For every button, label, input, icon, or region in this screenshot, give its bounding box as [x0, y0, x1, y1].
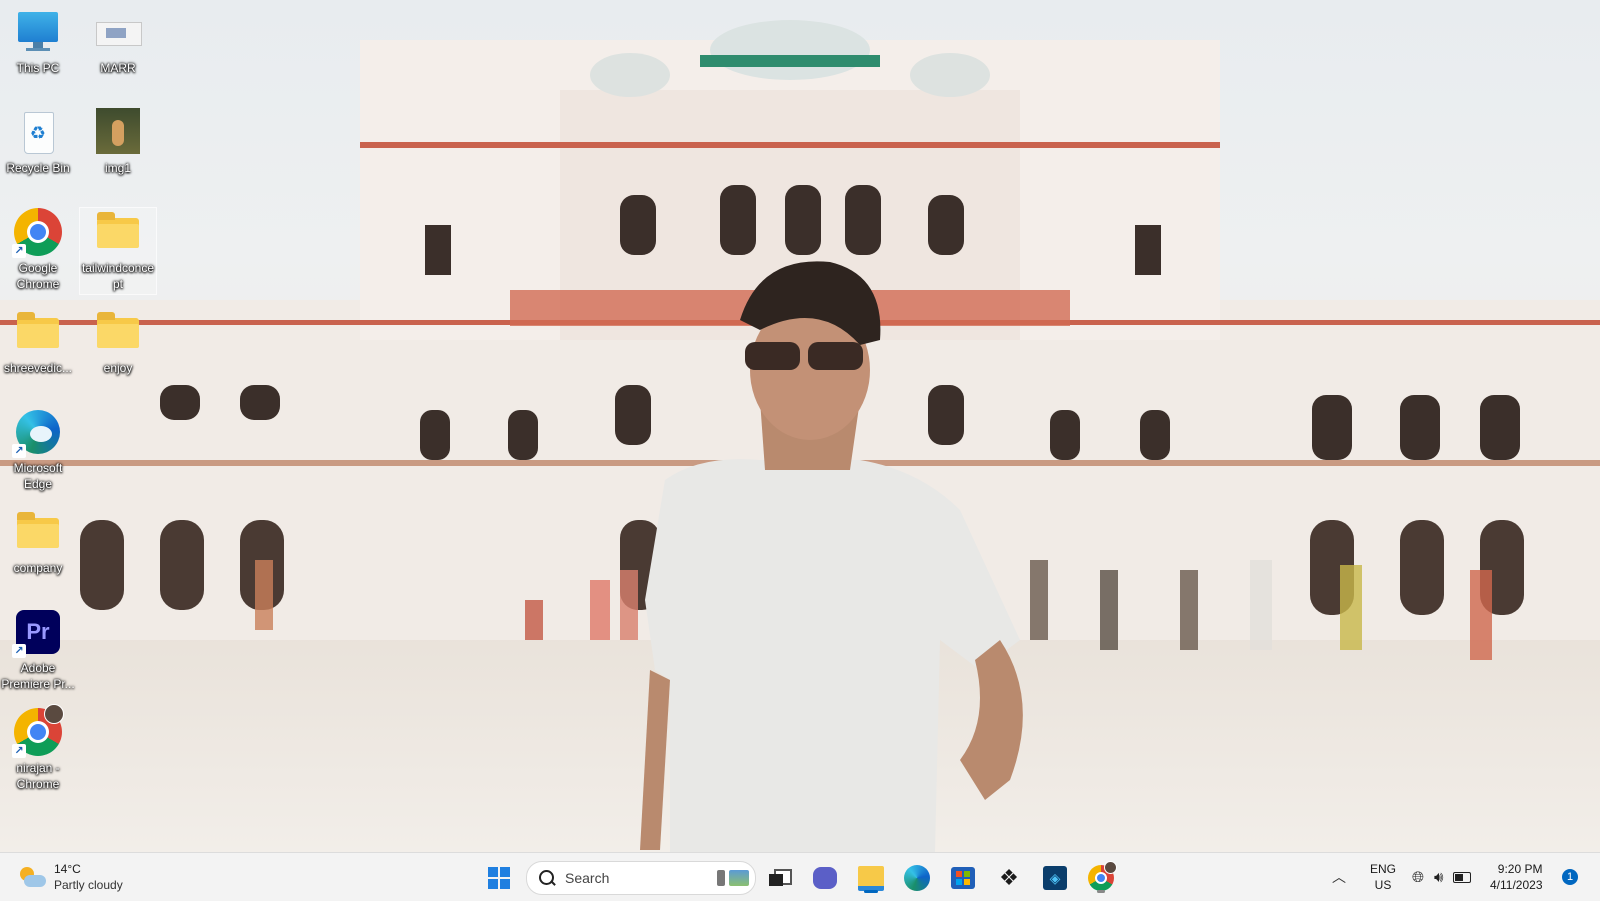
file-explorer-icon: [858, 865, 884, 891]
desktop-icon-label: MARR: [100, 61, 136, 75]
file-explorer-button[interactable]: [854, 861, 888, 895]
search-icon: [539, 870, 556, 886]
desktop-icon-label: Adobe Premiere Pr...: [1, 661, 75, 691]
desktop-icon-label: Recycle Bin: [6, 161, 70, 175]
task-view-button[interactable]: [762, 861, 796, 895]
shortcut-arrow-icon: ↗: [12, 444, 26, 458]
show-hidden-icons-button[interactable]: ︿: [1332, 853, 1346, 901]
language-code: ENG: [1370, 862, 1397, 876]
store-button[interactable]: [946, 861, 980, 895]
language-indicator[interactable]: ENG US: [1370, 853, 1396, 901]
chat-button[interactable]: [808, 861, 842, 895]
clock[interactable]: 9:20 PM 4/11/2023: [1490, 853, 1543, 901]
taskbar-search-box[interactable]: [526, 861, 756, 895]
folder-icon: [14, 508, 62, 556]
wallpaper-photo: [0, 20, 1600, 852]
recycle-bin-icon: ♻: [14, 108, 62, 156]
desktop-wallpaper: [0, 0, 1600, 852]
shortcut-arrow-icon: ↗: [12, 244, 26, 258]
edge-icon: [904, 865, 930, 891]
desktop-icon-adobe-premiere[interactable]: Pr ↗ Adobe Premiere Pr...: [0, 608, 76, 692]
shortcut-arrow-icon: ↗: [12, 644, 26, 658]
desktop-icon-label: tailwindconcept: [81, 261, 155, 291]
dropbox-icon: ❖: [999, 865, 1019, 890]
desktop-icon-label: shreevedic...: [3, 361, 73, 375]
app-icon: ◈: [1043, 866, 1067, 890]
desktop-icon-tailwindconcept[interactable]: tailwindconcept: [79, 207, 157, 295]
this-pc-icon: [14, 8, 62, 56]
edge-icon: ↗: [12, 408, 62, 458]
dropbox-button[interactable]: ❖: [992, 861, 1026, 895]
weather-widget[interactable]: 14°C Partly cloudy: [18, 859, 123, 895]
clock-time: 9:20 PM: [1497, 862, 1543, 876]
store-icon: [951, 867, 975, 889]
volume-icon: 🔊︎: [1434, 868, 1444, 886]
desktop-icon-this-pc[interactable]: This PC: [0, 8, 76, 76]
start-button[interactable]: [482, 861, 516, 895]
shortcut-arrow-icon: ↗: [12, 744, 26, 758]
partly-cloudy-icon: [18, 865, 46, 889]
running-indicator: [864, 890, 878, 893]
premiere-pro-icon: Pr ↗: [12, 608, 62, 658]
desktop-icon-label: company: [13, 561, 63, 575]
region-code: US: [1374, 878, 1392, 892]
chrome-taskbar-button[interactable]: [1084, 861, 1118, 895]
desktop-icon-company[interactable]: company: [0, 508, 76, 576]
app-button[interactable]: ◈: [1038, 861, 1072, 895]
folder-icon: [14, 308, 62, 356]
clock-date: 4/11/2023: [1490, 878, 1543, 892]
desktop-icon-label: nirajan - Chrome: [16, 761, 60, 791]
chrome-icon: [1088, 861, 1117, 891]
battery-icon: [1453, 871, 1472, 883]
taskbar: 14°C Partly cloudy Search ❖ ◈ ︿ ENG US 🌐…: [0, 852, 1600, 901]
quick-settings-button[interactable]: 🌐︎ 🔊︎: [1412, 853, 1472, 901]
notification-center-button[interactable]: 1: [1562, 853, 1578, 901]
desktop-icon-nirajan-chrome[interactable]: ↗ nirajan - Chrome: [0, 704, 76, 792]
task-view-icon: [769, 869, 792, 887]
chevron-up-icon: ︿: [1332, 869, 1346, 885]
chat-icon: [813, 867, 837, 889]
desktop-icon-img1[interactable]: img1: [80, 108, 156, 176]
desktop-icon-label: Google Chrome: [16, 261, 60, 291]
desktop-icon-label: enjoy: [103, 361, 133, 375]
desktop-icon-shreevedic[interactable]: shreevedic...: [0, 308, 76, 376]
search-highlight-icon: [717, 870, 749, 886]
running-indicator: [1097, 890, 1105, 893]
desktop-icon-google-chrome[interactable]: ↗ Google Chrome: [0, 208, 76, 292]
image-thumbnail-icon: [94, 108, 142, 156]
desktop-icon-label: img1: [104, 161, 131, 175]
chrome-icon: ↗: [12, 208, 62, 258]
desktop-icon-microsoft-edge[interactable]: ↗ Microsoft Edge: [0, 408, 76, 492]
search-input[interactable]: [563, 869, 687, 887]
weather-condition: Partly cloudy: [54, 878, 123, 892]
desktop-icon-label: This PC: [16, 61, 60, 75]
notification-badge: 1: [1562, 869, 1578, 885]
chrome-profile-icon: ↗: [12, 704, 64, 758]
desktop-icon-recycle-bin[interactable]: ♻ Recycle Bin: [0, 108, 76, 176]
image-thumbnail-icon: [94, 8, 142, 56]
weather-temperature: 14°C: [54, 862, 81, 876]
desktop-icon-marr[interactable]: MARR: [80, 8, 156, 76]
folder-icon: [94, 308, 142, 356]
start-icon: [488, 867, 510, 889]
folder-icon: [94, 208, 142, 256]
edge-taskbar-button[interactable]: [900, 861, 934, 895]
desktop-icon-enjoy[interactable]: enjoy: [80, 308, 156, 376]
desktop-icon-label: Microsoft Edge: [13, 461, 63, 491]
network-icon: 🌐︎: [1412, 868, 1425, 886]
